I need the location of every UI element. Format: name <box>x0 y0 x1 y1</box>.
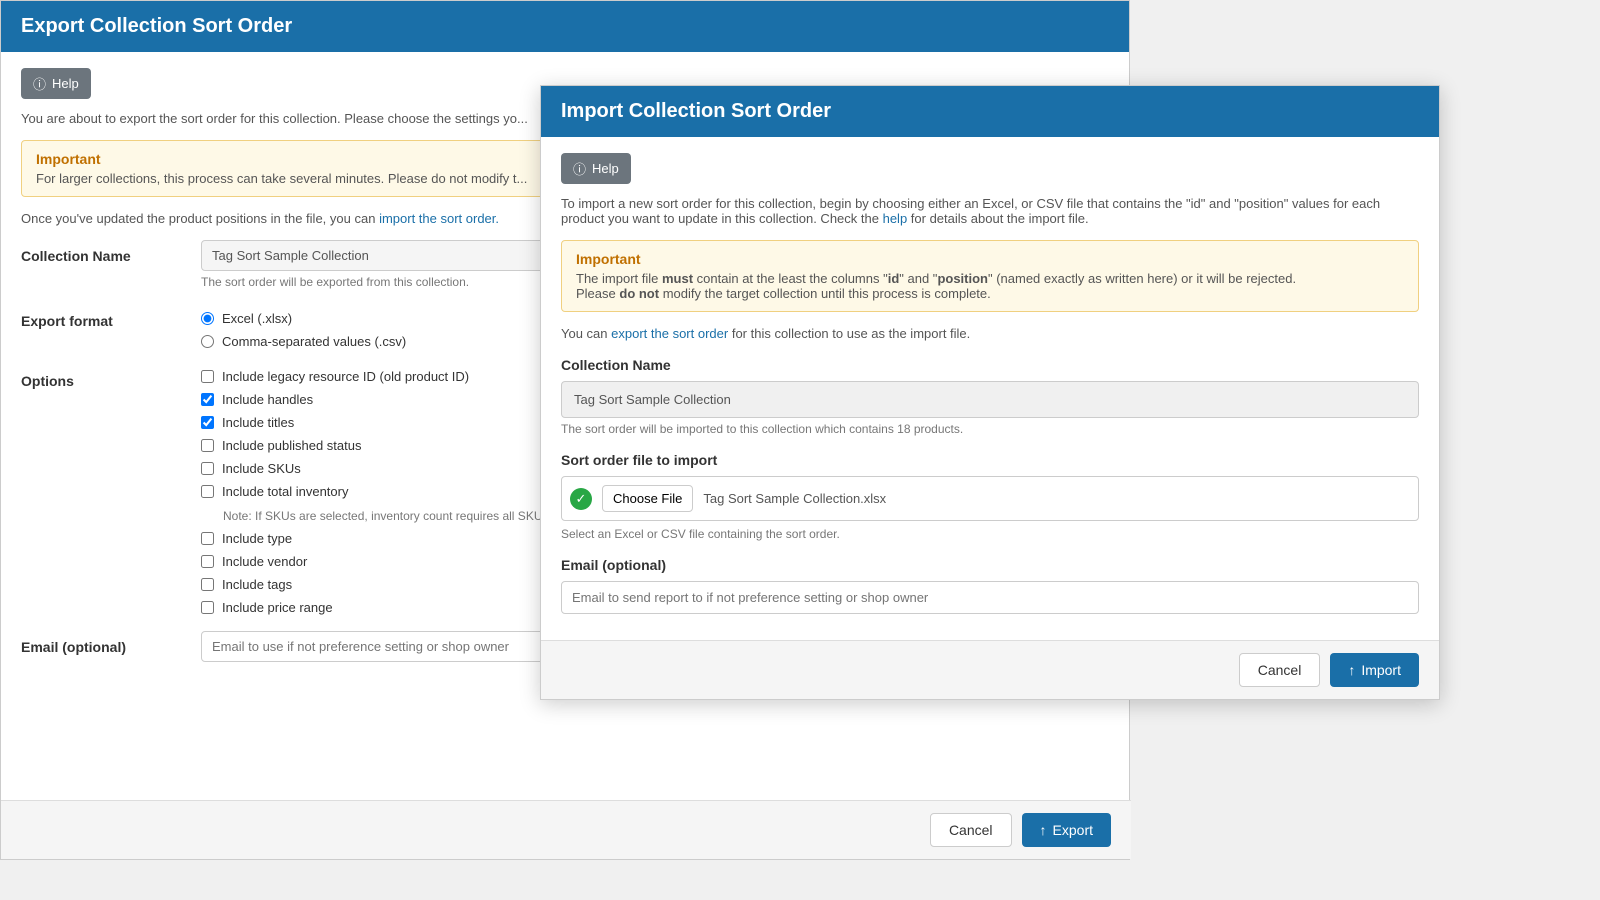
option-vendor-checkbox[interactable] <box>201 555 214 568</box>
option-skus-checkbox[interactable] <box>201 462 214 475</box>
option-inventory-checkbox[interactable] <box>201 485 214 498</box>
export-cancel-button[interactable]: Cancel <box>930 813 1012 847</box>
option-tags-checkbox[interactable] <box>201 578 214 591</box>
export-options-label: Options <box>21 365 201 389</box>
help-circle-icon: ⓘ <box>33 74 46 93</box>
import-panel: Import Collection Sort Order ⓘ Help To i… <box>540 85 1440 700</box>
export-sort-order-link[interactable]: export the sort order <box>611 326 728 341</box>
import-email-input[interactable] <box>561 581 1419 614</box>
import-important-line2: Please do not modify the target collecti… <box>576 286 1404 301</box>
file-selected-check-icon: ✓ <box>570 488 592 510</box>
export-header: Export Collection Sort Order <box>1 1 1129 52</box>
selected-file-name: Tag Sort Sample Collection.xlsx <box>703 491 886 506</box>
export-collection-name-label: Collection Name <box>21 240 201 264</box>
import-file-hint: Select an Excel or CSV file containing t… <box>561 527 1419 541</box>
option-handles-checkbox[interactable] <box>201 393 214 406</box>
export-submit-button[interactable]: ↑ Export <box>1022 813 1111 847</box>
option-titles-checkbox[interactable] <box>201 416 214 429</box>
option-type-checkbox[interactable] <box>201 532 214 545</box>
page-wrapper: Export Collection Sort Order ⓘ Help You … <box>0 0 1600 900</box>
import-export-link-text: You can export the sort order for this c… <box>561 326 1419 341</box>
import-collection-name-label: Collection Name <box>561 357 1419 373</box>
import-sort-file-label: Sort order file to import <box>561 452 1419 468</box>
export-format-label: Export format <box>21 305 201 329</box>
import-help-button[interactable]: ⓘ Help <box>561 153 631 184</box>
import-title: Import Collection Sort Order <box>561 100 831 122</box>
export-footer: Cancel ↑ Export <box>1 800 1131 859</box>
format-csv-radio[interactable] <box>201 335 214 348</box>
import-email-label: Email (optional) <box>561 557 1419 573</box>
import-important-title: Important <box>576 251 1404 267</box>
export-help-button[interactable]: ⓘ Help <box>21 68 91 99</box>
import-help-link[interactable]: help <box>883 211 908 226</box>
import-help-circle-icon: ⓘ <box>573 159 586 178</box>
import-important-box: Important The import file must contain a… <box>561 240 1419 312</box>
import-collection-name-value: Tag Sort Sample Collection <box>561 381 1419 418</box>
import-file-input-row: ✓ Choose File Tag Sort Sample Collection… <box>561 476 1419 521</box>
export-email-label: Email (optional) <box>21 631 201 655</box>
import-collection-name-section: Collection Name Tag Sort Sample Collecti… <box>561 357 1419 436</box>
import-description: To import a new sort order for this coll… <box>561 196 1419 226</box>
option-legacy-checkbox[interactable] <box>201 370 214 383</box>
option-published-checkbox[interactable] <box>201 439 214 452</box>
import-upload-icon: ↑ <box>1348 662 1355 678</box>
import-footer: Cancel ↑ Import <box>541 640 1439 699</box>
format-excel-radio[interactable] <box>201 312 214 325</box>
choose-file-button[interactable]: Choose File <box>602 485 693 512</box>
import-important-line1: The import file must contain at the leas… <box>576 271 1404 286</box>
option-price-range-checkbox[interactable] <box>201 601 214 614</box>
import-sort-file-section: Sort order file to import ✓ Choose File … <box>561 452 1419 541</box>
import-submit-button[interactable]: ↑ Import <box>1330 653 1419 687</box>
import-email-section: Email (optional) <box>561 557 1419 614</box>
upload-icon: ↑ <box>1040 822 1047 838</box>
import-sort-order-link[interactable]: import the sort order. <box>379 211 499 226</box>
import-header: Import Collection Sort Order <box>541 86 1439 137</box>
export-title: Export Collection Sort Order <box>21 15 292 37</box>
import-body: ⓘ Help To import a new sort order for th… <box>541 137 1439 640</box>
import-collection-hint: The sort order will be imported to this … <box>561 422 1419 436</box>
import-cancel-button[interactable]: Cancel <box>1239 653 1321 687</box>
